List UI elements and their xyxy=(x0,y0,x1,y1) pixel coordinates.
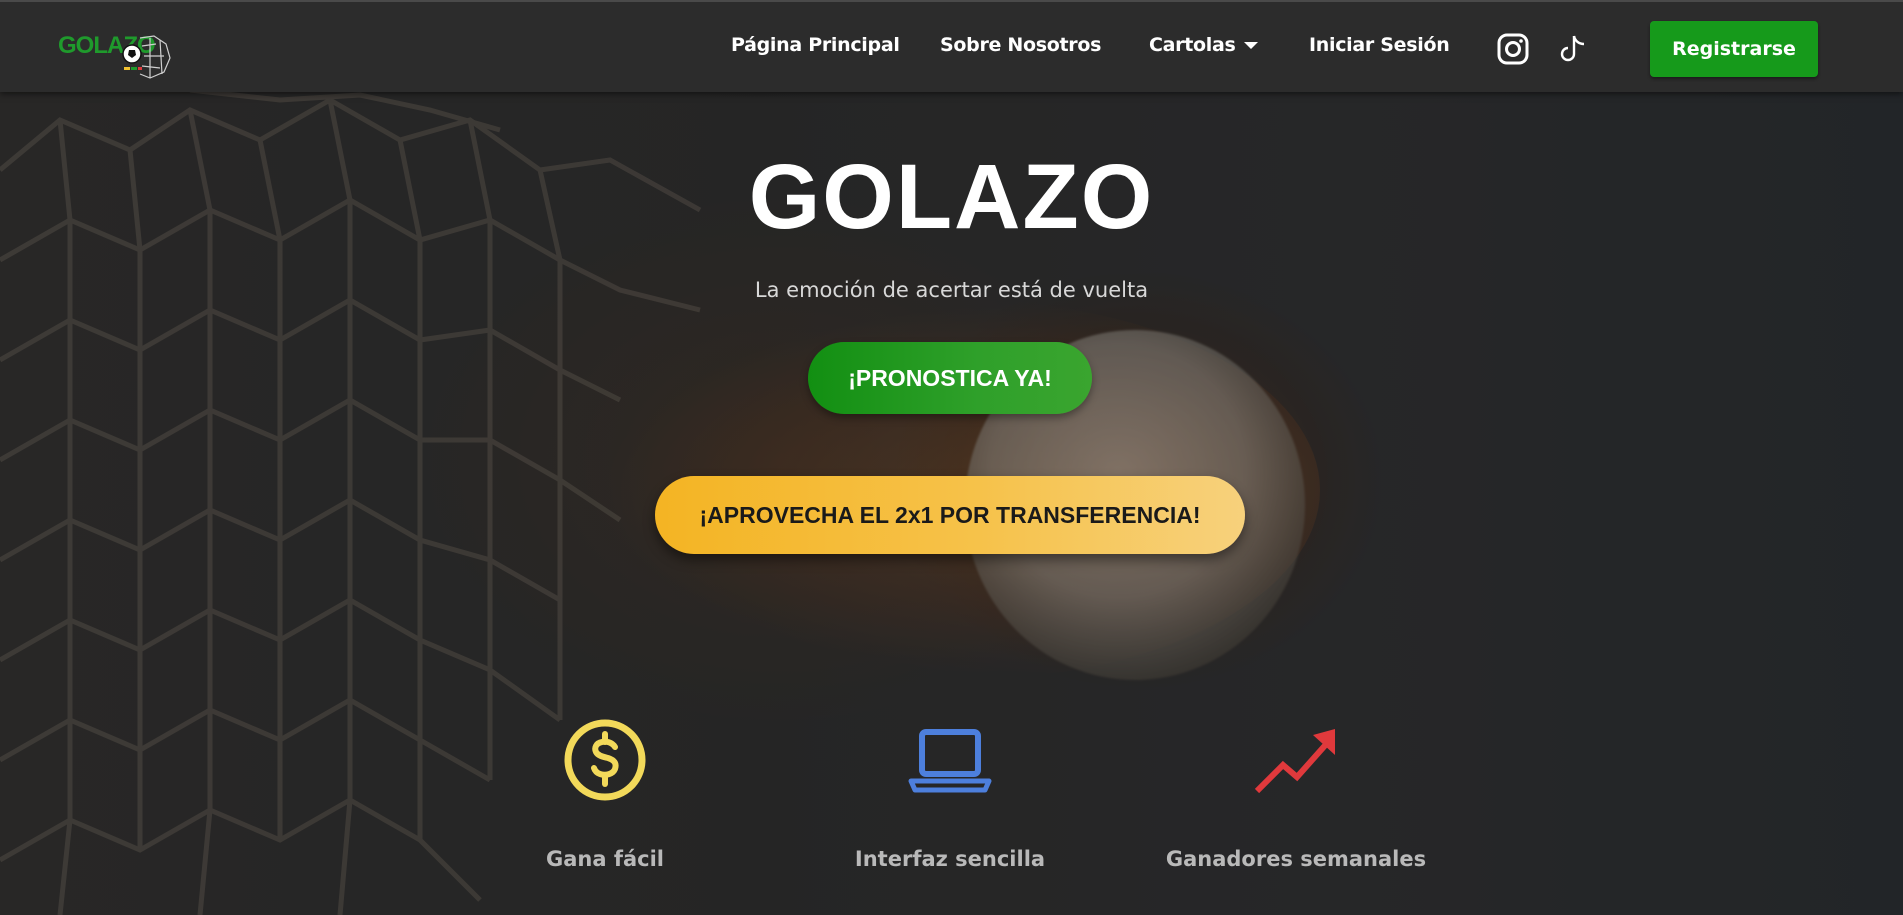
feature-weekly-winners: Ganadores semanales xyxy=(1146,715,1446,871)
register-button[interactable]: Registrarse xyxy=(1650,21,1818,77)
feature-label: Ganadores semanales xyxy=(1165,847,1427,871)
chevron-down-icon xyxy=(1243,42,1258,49)
nav-link-login[interactable]: Iniciar Sesión xyxy=(1309,34,1450,56)
hero-subtitle: La emoción de acertar está de vuelta xyxy=(754,278,1149,302)
navbar: GOLAZO Página Principal Sobre Nosotros C… xyxy=(0,0,1903,92)
promo-transfer-button[interactable]: ¡APROVECHA EL 2x1 POR TRANSFERENCIA! xyxy=(655,476,1245,554)
laptop-icon xyxy=(908,729,992,793)
nav-link-about[interactable]: Sobre Nosotros xyxy=(940,34,1101,56)
hero-title: GOLAZO xyxy=(748,146,1155,248)
instagram-icon[interactable] xyxy=(1496,32,1530,66)
dollar-coin-icon xyxy=(564,719,646,801)
nav-dropdown-label: Cartolas xyxy=(1149,34,1236,56)
tiktok-icon[interactable] xyxy=(1556,32,1590,66)
logo-ball-icon xyxy=(122,35,171,79)
feature-easy-win: Gana fácil xyxy=(455,715,755,871)
predict-now-button[interactable]: ¡PRONOSTICA YA! xyxy=(808,342,1092,414)
page: GOLAZO Página Principal Sobre Nosotros C… xyxy=(0,0,1903,915)
feature-label: Gana fácil xyxy=(546,847,664,871)
trending-up-icon xyxy=(1254,729,1335,794)
nav-link-home[interactable]: Página Principal xyxy=(731,34,900,56)
feature-simple-interface: Interfaz sencilla xyxy=(800,715,1100,871)
feature-label: Interfaz sencilla xyxy=(854,847,1046,871)
golazo-logo[interactable]: GOLAZO xyxy=(58,18,173,82)
nav-dropdown-cartolas[interactable]: Cartolas xyxy=(1149,34,1258,56)
